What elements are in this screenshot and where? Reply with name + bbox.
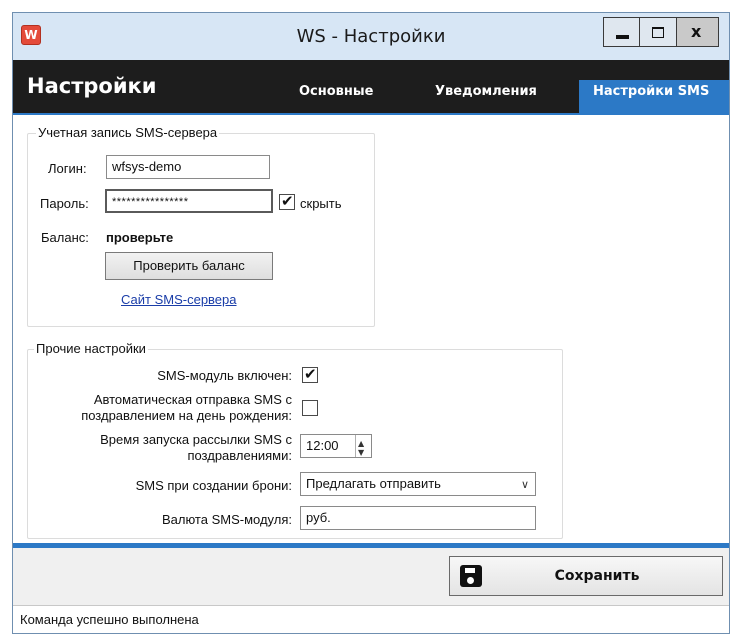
tab-notifications[interactable]: Уведомления	[435, 84, 537, 99]
login-label: Логин:	[48, 161, 87, 176]
minimize-icon	[616, 35, 629, 39]
checkmark-icon: ✔	[304, 365, 317, 383]
currency-label: Валюта SMS-модуля:	[161, 512, 292, 527]
settings-header: Настройки Основные Уведомления Настройки…	[13, 60, 729, 115]
maximize-button[interactable]	[640, 17, 677, 47]
tab-general[interactable]: Основные	[299, 84, 373, 99]
sms-enabled-label: SMS-модуль включен:	[157, 368, 292, 383]
status-bar: Команда успешно выполнена	[13, 605, 729, 633]
login-input[interactable]: wfsys-demo	[106, 155, 270, 179]
password-label: Пароль:	[40, 196, 89, 211]
hide-password-label[interactable]: скрыть	[300, 196, 342, 211]
birthday-label-line2: поздравлением на день рождения:	[81, 408, 292, 423]
close-button[interactable]: x	[677, 17, 719, 47]
balance-value: проверьте	[106, 230, 174, 245]
status-text: Команда успешно выполнена	[20, 612, 199, 627]
spin-down-icon[interactable]: ▼	[358, 445, 364, 457]
other-settings-group: Прочие настройки SMS-модуль включен: ✔ А…	[27, 341, 563, 539]
save-button[interactable]: Сохранить	[449, 556, 723, 596]
booking-sms-select[interactable]: Предлагать отправить ∨	[300, 472, 536, 496]
send-time-label-line1: Время запуска рассылки SMS с	[100, 432, 292, 447]
maximize-icon	[652, 27, 664, 38]
booking-sms-label: SMS при создании брони:	[135, 478, 292, 493]
currency-input[interactable]: руб.	[300, 506, 536, 530]
sms-enabled-checkbox[interactable]: ✔	[302, 365, 318, 383]
title-bar[interactable]: W WS - Настройки x	[13, 13, 729, 60]
chevron-down-icon[interactable]: ∨	[521, 477, 529, 493]
balance-label: Баланс:	[41, 230, 89, 245]
booking-sms-value: Предлагать отправить	[306, 476, 441, 491]
page-title: Настройки	[27, 74, 157, 98]
group-title: Учетная запись SMS-сервера	[36, 125, 220, 140]
birthday-sms-checkbox[interactable]	[302, 400, 318, 416]
save-button-label: Сохранить	[554, 568, 640, 584]
hide-password-checkbox[interactable]: ✔	[279, 192, 295, 210]
send-time-label-line2: поздравлениями:	[187, 448, 292, 463]
footer-toolbar: Сохранить	[13, 548, 729, 605]
minimize-button[interactable]	[603, 17, 640, 47]
send-time-input[interactable]: 12:00 ▲ ▼	[300, 434, 372, 458]
sms-account-group: Учетная запись SMS-сервера Логин: wfsys-…	[27, 125, 375, 327]
close-icon: x	[691, 22, 702, 41]
tab-sms-settings[interactable]: Настройки SMS	[593, 84, 709, 99]
sms-server-link[interactable]: Сайт SMS-сервера	[121, 292, 237, 307]
birthday-label-line1: Автоматическая отправка SMS с	[93, 392, 292, 407]
settings-window: W WS - Настройки x Настройки Основные Ув…	[12, 12, 730, 634]
check-balance-button[interactable]: Проверить баланс	[105, 252, 273, 280]
send-time-value: 12:00	[306, 438, 339, 453]
time-spinner[interactable]: ▲ ▼	[355, 435, 371, 457]
password-input[interactable]: ****************	[105, 189, 273, 213]
checkmark-icon: ✔	[281, 192, 294, 210]
group-title: Прочие настройки	[34, 341, 148, 356]
